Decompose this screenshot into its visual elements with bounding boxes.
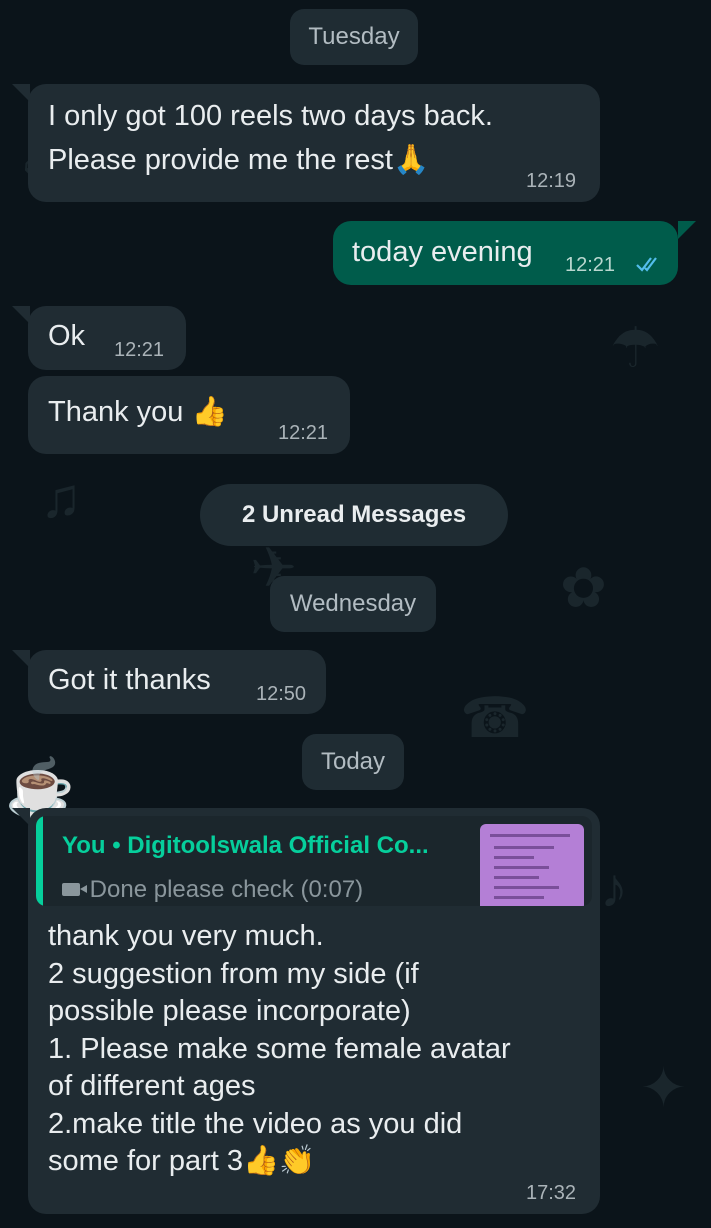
- message-timestamp: 12:21: [565, 254, 616, 276]
- message-text: Got it thanks: [48, 664, 211, 696]
- outgoing-message[interactable]: today evening 12:21: [333, 221, 678, 285]
- message-line: thank you very much.: [48, 920, 324, 952]
- quote-accent-bar: [36, 816, 43, 906]
- message-timestamp: 12:19: [526, 170, 577, 192]
- message-text: Thank you 👍: [48, 396, 228, 428]
- unread-messages-banner: 2 Unread Messages: [200, 484, 508, 546]
- video-camera-icon: [62, 883, 87, 897]
- quoted-reply[interactable]: You • Digitoolswala Official Co... Done …: [36, 816, 592, 906]
- quoted-text: Done please check (0:07): [62, 876, 363, 904]
- incoming-message[interactable]: Got it thanks 12:50: [28, 650, 326, 714]
- date-separator-tuesday: Tuesday: [290, 9, 418, 65]
- date-separator-wednesday: Wednesday: [270, 576, 436, 632]
- quoted-caption: Done please check (0:07): [89, 876, 364, 903]
- incoming-message[interactable]: Thank you 👍 12:21: [28, 376, 350, 454]
- message-text: Ok: [48, 320, 86, 352]
- incoming-message[interactable]: Ok 12:21: [28, 306, 186, 370]
- message-timestamp: 12:21: [278, 422, 329, 444]
- message-line: some for part 3👍👏: [48, 1145, 316, 1177]
- date-separator-today: Today: [302, 734, 404, 790]
- quoted-sender: You • Digitoolswala Official Co...: [62, 832, 429, 859]
- video-thumbnail[interactable]: [480, 824, 584, 906]
- message-line: 1. Please make some female avatar: [48, 1032, 511, 1065]
- message-text: I only got 100 reels two days back.: [48, 100, 493, 132]
- message-text: Please provide me the rest🙏: [48, 144, 430, 176]
- incoming-message[interactable]: I only got 100 reels two days back. Plea…: [28, 84, 600, 202]
- message-timestamp: 17:32: [526, 1182, 577, 1204]
- message-text: today evening: [352, 236, 533, 268]
- message-timestamp: 12:21: [114, 339, 165, 361]
- message-line: of different ages: [48, 1070, 256, 1102]
- double-check-icon: [636, 257, 657, 272]
- message-line: 2.make title the video as you did: [48, 1107, 463, 1140]
- message-line: possible please incorporate): [48, 995, 411, 1027]
- message-timestamp: 12:50: [256, 683, 307, 705]
- incoming-message[interactable]: You • Digitoolswala Official Co... Done …: [28, 808, 600, 1214]
- bubble-tail: [678, 221, 696, 239]
- message-line: 2 suggestion from my side (if: [48, 957, 419, 990]
- message-body: thank you very much. 2 suggestion from m…: [48, 918, 511, 1181]
